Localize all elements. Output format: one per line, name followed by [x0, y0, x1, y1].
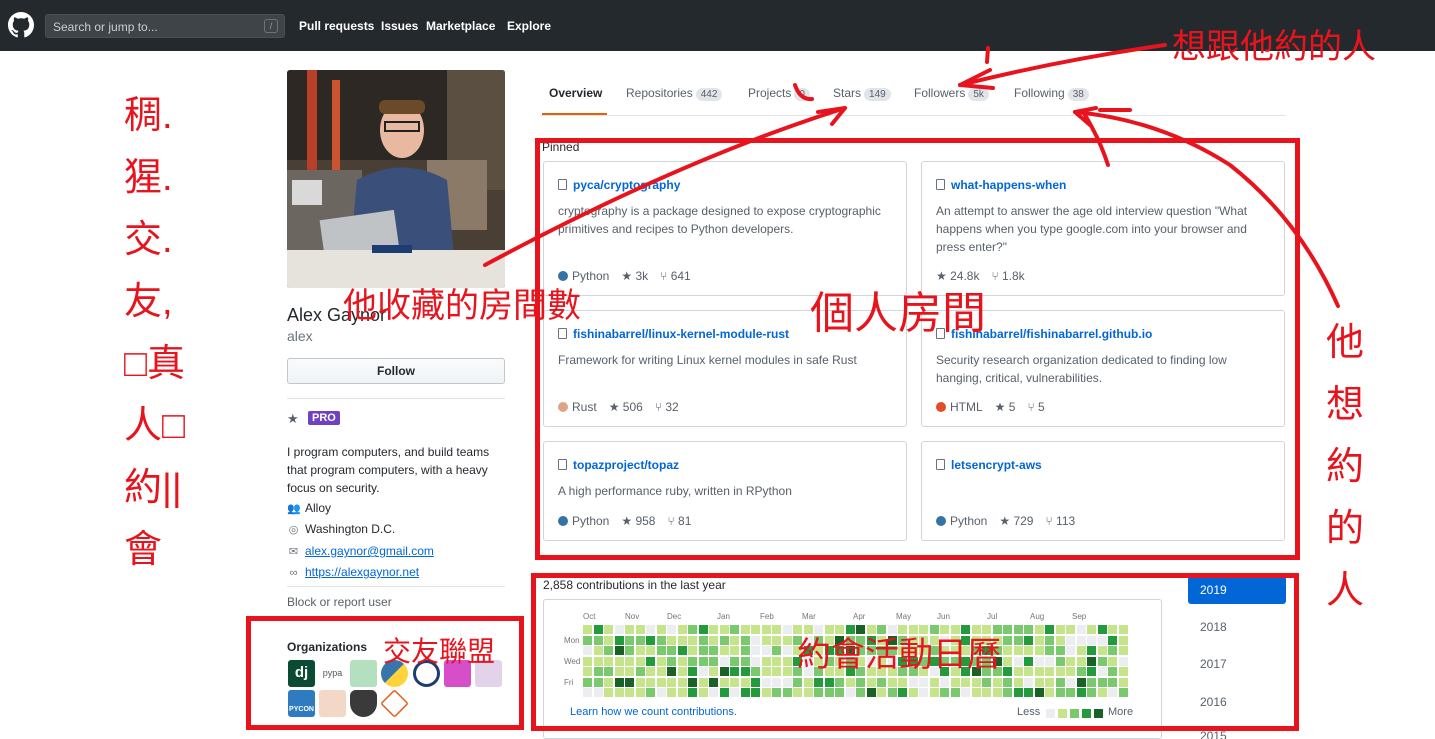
nav-marketplace[interactable]: Marketplace	[426, 19, 495, 33]
annotation-right-column: 他 想 約 的 人	[1326, 312, 1376, 622]
star-icon: ★	[287, 411, 299, 426]
tab-count: 149	[864, 88, 891, 101]
nav-pull-requests[interactable]: Pull requests	[299, 19, 374, 33]
tab-stars[interactable]: Stars 149	[833, 86, 891, 101]
tab-count: 0	[794, 88, 810, 101]
tab-projects[interactable]: Projects 0	[748, 86, 810, 101]
github-logo-icon[interactable]	[8, 12, 34, 38]
annotation-char: 友,	[124, 281, 173, 323]
annotation-stars: 他收藏的房間數	[343, 287, 581, 325]
mail-icon: ✉	[288, 546, 299, 558]
search-placeholder: Search or jump to...	[53, 20, 158, 34]
annotation-calendar: 約會活動日曆	[797, 636, 1001, 674]
tab-following[interactable]: Following 38	[1014, 86, 1089, 101]
annotation-box-pinned	[535, 138, 1300, 560]
annotation-pinned: 個人房間	[810, 289, 986, 338]
search-shortcut-key: /	[264, 19, 278, 33]
location-icon: ◎	[288, 524, 299, 536]
annotation-box-orgs	[246, 616, 524, 730]
search-input[interactable]: Search or jump to... /	[45, 14, 285, 38]
divider	[287, 398, 505, 399]
annotation-char: 猩.	[124, 157, 173, 199]
tab-label: Stars	[833, 86, 862, 100]
link-icon: ∞	[289, 567, 298, 579]
divider	[287, 586, 505, 587]
tab-label: Following	[1014, 86, 1065, 100]
annotation-orgs: 交友聯盟	[383, 636, 496, 667]
annotation-char: 約	[1326, 446, 1365, 488]
website-link[interactable]: https://alexgaynor.net	[305, 565, 419, 579]
tab-count: 38	[1067, 88, 1089, 101]
tab-followers[interactable]: Followers 5k	[914, 86, 989, 101]
profile-website: ∞ https://alexgaynor.net	[287, 565, 420, 579]
annotation-char: 會	[124, 529, 163, 571]
follow-button[interactable]: Follow	[287, 358, 505, 384]
annotation-char: 稠.	[124, 95, 173, 137]
company-text: Alloy	[305, 501, 332, 515]
annotation-char: 約||	[124, 467, 182, 509]
profile-tabs: Overview Repositories 442 Projects 0 Stars…	[540, 80, 1286, 116]
tab-label: Followers	[914, 86, 966, 100]
annotation-char: 他	[1326, 322, 1365, 364]
annotation-char: □真	[124, 343, 185, 385]
selected-tab-indicator	[542, 113, 607, 115]
block-report-link[interactable]: Block or report user	[287, 595, 392, 609]
tab-count: 5k	[968, 88, 989, 101]
avatar	[287, 70, 505, 288]
profile-bio: I program computers, and build teams tha…	[287, 445, 490, 495]
tab-label: Repositories	[626, 86, 693, 100]
pro-badge: PRO	[308, 411, 340, 425]
nav-issues[interactable]: Issues	[381, 19, 418, 33]
profile-company: 👥 Alloy	[287, 501, 331, 515]
annotation-char: 人□	[124, 405, 185, 447]
nav-explore[interactable]: Explore	[507, 19, 551, 33]
tab-repositories[interactable]: Repositories 442	[626, 86, 723, 101]
annotation-left-column: 稠. 猩. 交. 友, □真 人□ 約|| 會	[124, 85, 214, 581]
profile-location: ◎ Washington D.C.	[287, 522, 396, 536]
annotation-char: 的	[1326, 508, 1365, 550]
profile-email: ✉ alex.gaynor@gmail.com	[287, 544, 434, 558]
profile-login: alex	[287, 328, 313, 344]
tab-count: 442	[695, 88, 723, 101]
email-link[interactable]: alex.gaynor@gmail.com	[305, 544, 434, 558]
tab-label: Overview	[549, 86, 603, 100]
annotation-char: 人	[1326, 570, 1365, 612]
people-icon: 👥	[287, 503, 301, 515]
tab-overview[interactable]: Overview	[549, 86, 602, 100]
annotation-char: 交.	[124, 219, 173, 261]
annotation-want-date: 想跟他約的人	[1172, 28, 1376, 66]
tab-label: Projects	[748, 86, 792, 100]
annotation-char: 想	[1326, 384, 1365, 426]
location-text: Washington D.C.	[305, 522, 396, 536]
